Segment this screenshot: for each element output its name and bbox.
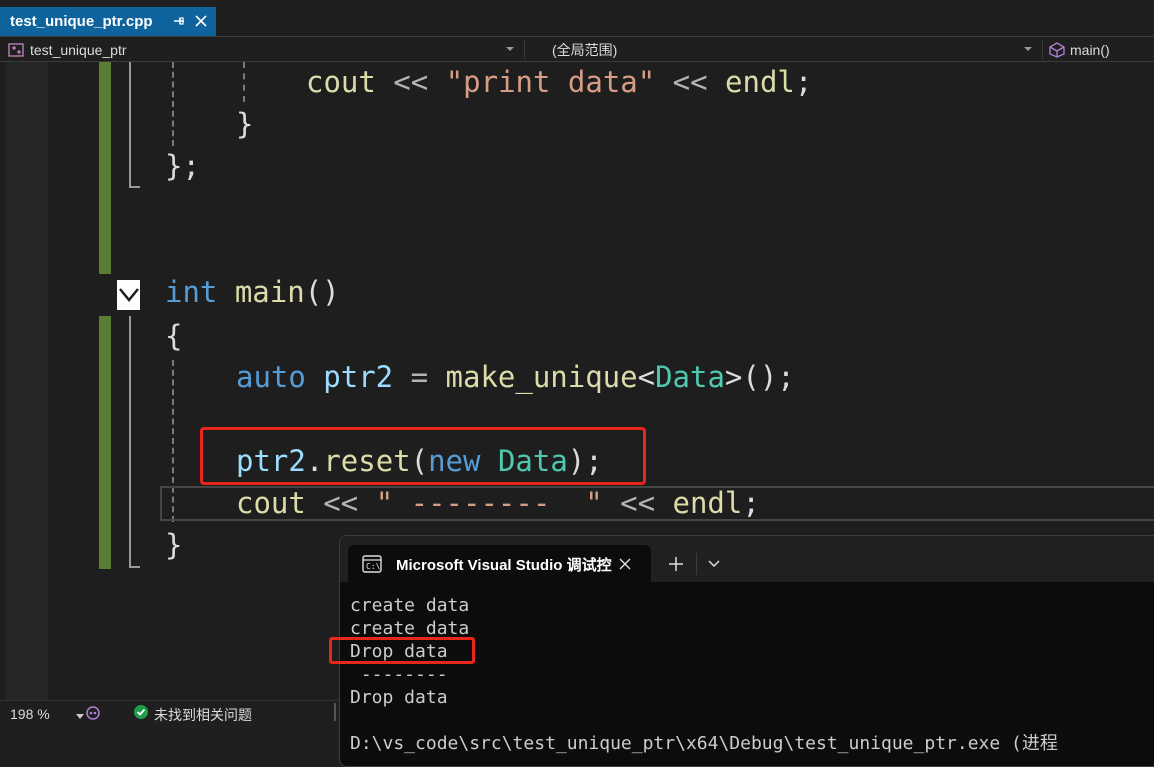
chevron-down-icon	[506, 47, 514, 51]
project-file-icon	[8, 43, 24, 57]
status-divider	[334, 703, 336, 721]
change-bar	[99, 316, 111, 569]
document-tab-strip: test_unique_ptr.cpp	[0, 0, 1154, 36]
project-dropdown-label: test_unique_ptr	[30, 42, 127, 58]
copilot-icon[interactable]	[85, 705, 101, 721]
console-app-icon: C:\	[362, 555, 382, 573]
code-line: cout << "print data" << endl;	[306, 65, 813, 99]
nav-divider	[524, 40, 525, 59]
tab-label: test_unique_ptr.cpp	[10, 13, 153, 30]
change-bar	[99, 62, 111, 274]
issues-status[interactable]: 未找到相关问题	[154, 705, 252, 725]
zoom-dropdown[interactable]: 198 %	[6, 704, 84, 724]
code-line: }	[236, 107, 254, 141]
indicator-margin	[6, 62, 48, 700]
console-tab-title: Microsoft Visual Studio 调试控	[396, 557, 612, 574]
code-line: {	[165, 319, 183, 353]
drop-data-annotation-box	[329, 637, 475, 664]
console-tab[interactable]: C:\ Microsoft Visual Studio 调试控	[348, 545, 651, 582]
chevron-down-icon	[1024, 47, 1032, 51]
scope-dropdown[interactable]: (全局范围)	[552, 39, 1038, 61]
code-line: cout << " -------- " << endl;	[236, 486, 760, 520]
structure-guide	[243, 62, 245, 102]
structure-guide	[172, 62, 174, 146]
console-divider	[696, 553, 697, 575]
structure-guide	[129, 566, 140, 568]
collapse-toggle-icon[interactable]	[117, 280, 140, 310]
console-line: Drop data	[350, 687, 448, 708]
console-output: create data create data Drop data ------…	[350, 594, 1058, 755]
svg-text:C:\: C:\	[366, 562, 381, 571]
console-titlebar: C:\ Microsoft Visual Studio 调试控	[340, 536, 1154, 582]
tab-test-unique-ptr-cpp[interactable]: test_unique_ptr.cpp	[0, 7, 216, 36]
scope-dropdown-label: (全局范围)	[552, 42, 618, 58]
reset-annotation-box	[200, 427, 646, 485]
close-icon[interactable]	[194, 14, 208, 28]
project-dropdown[interactable]: test_unique_ptr	[8, 39, 520, 61]
plus-icon[interactable]	[668, 556, 684, 572]
member-dropdown-label: main()	[1070, 42, 1110, 58]
console-line: create data	[350, 595, 470, 616]
check-circle-icon	[134, 705, 148, 719]
chevron-down-icon[interactable]	[708, 560, 720, 568]
code-line: };	[165, 149, 200, 183]
structure-guide	[129, 62, 131, 188]
code-line: }	[165, 528, 183, 562]
console-line: --------	[350, 664, 448, 685]
zoom-level: 198 %	[10, 706, 50, 722]
member-dropdown[interactable]: main()	[1048, 39, 1154, 61]
close-icon[interactable]	[618, 557, 632, 571]
chevron-down-icon	[76, 714, 84, 719]
nav-divider	[1042, 40, 1043, 59]
pin-icon[interactable]	[172, 14, 186, 28]
method-cube-icon	[1049, 42, 1065, 58]
navigation-bar: test_unique_ptr (全局范围) main()	[0, 36, 1154, 62]
structure-guide	[129, 316, 131, 568]
structure-guide	[129, 186, 140, 188]
code-line: auto ptr2 = make_unique<Data>();	[236, 360, 795, 394]
code-line: int main()	[165, 275, 340, 309]
